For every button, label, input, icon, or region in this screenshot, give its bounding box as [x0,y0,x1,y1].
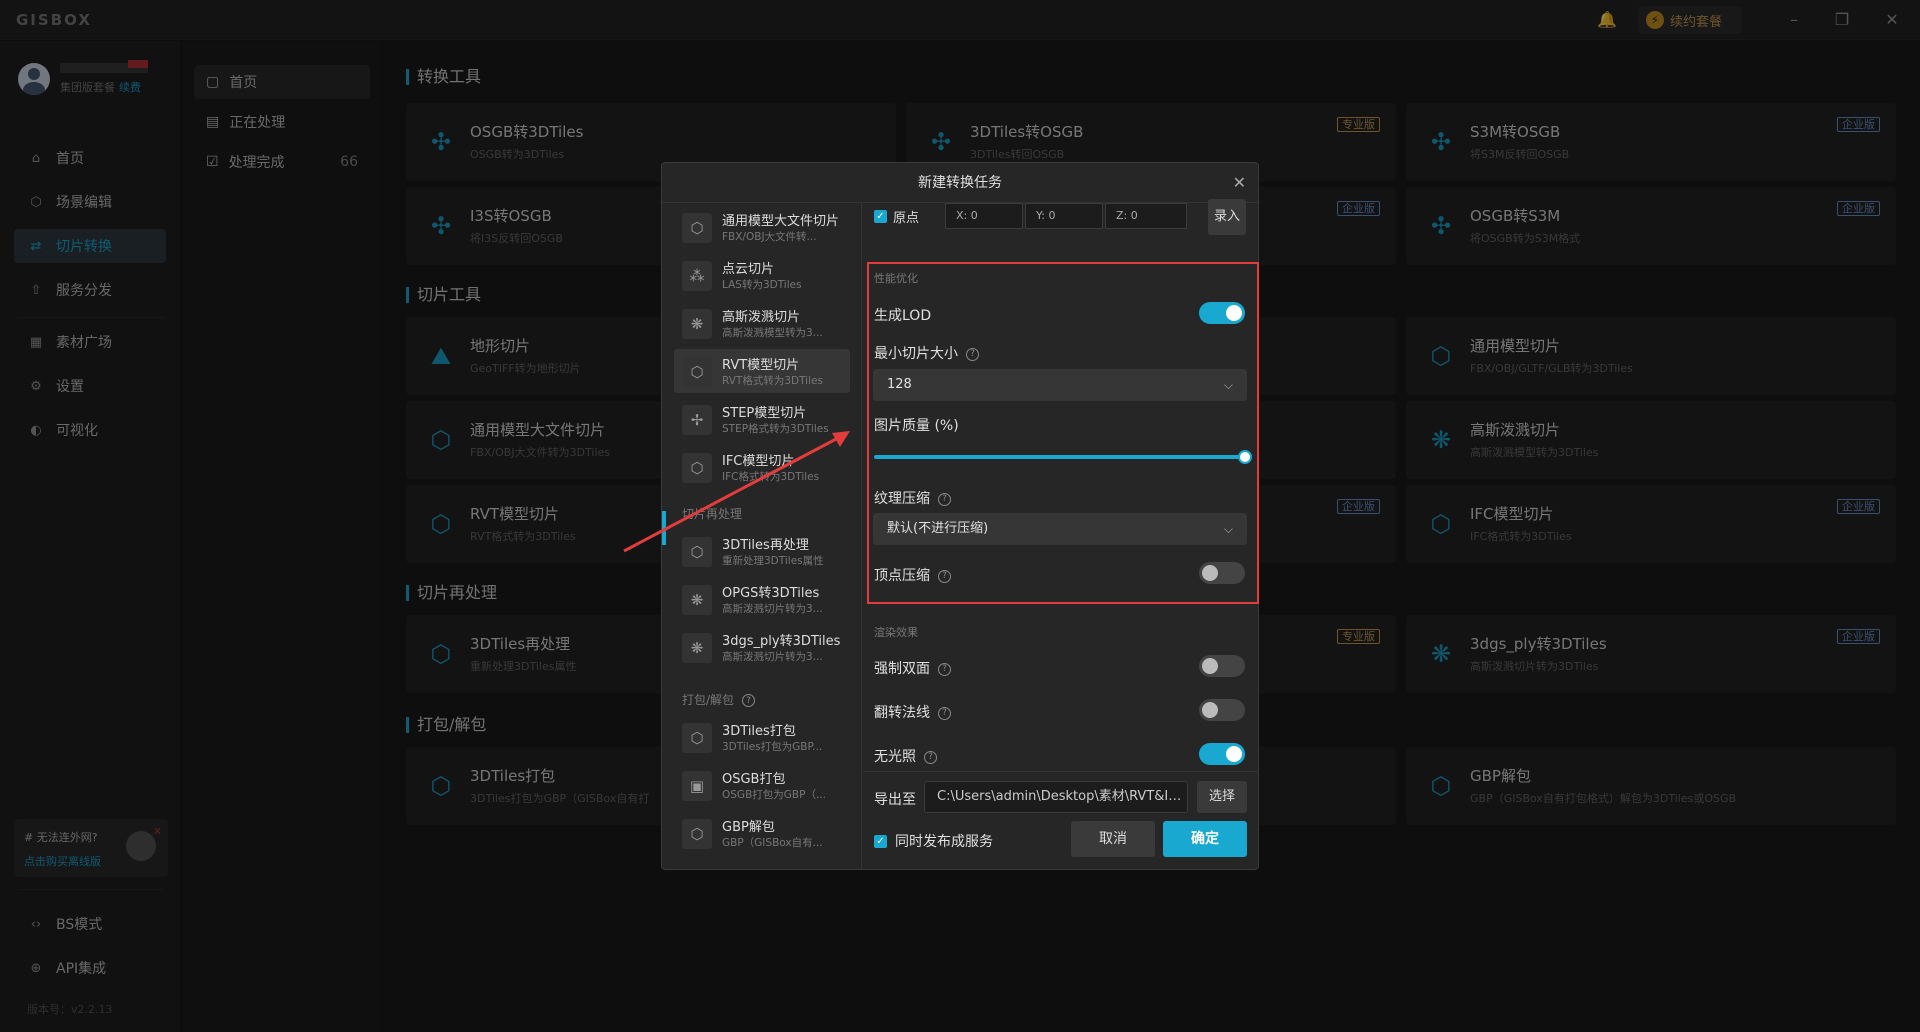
chevron-down-icon: ⌵ [1223,378,1233,392]
splat-icon: ❋ [682,633,712,663]
unlit-toggle[interactable] [1199,743,1245,765]
group-label: 渲染效果 [874,626,918,639]
point-cloud-icon: ⁂ [682,261,712,291]
export-path-input[interactable]: C:\Users\admin\Desktop\素材\RVT&IFC... [924,781,1188,813]
vertex-toggle[interactable] [1199,562,1245,584]
help-icon[interactable]: ? [938,662,951,676]
texture-label: 纹理压缩? [874,488,951,508]
min-tile-select[interactable]: 128 ⌵ [873,369,1247,401]
flip-normal-toggle[interactable] [1199,699,1245,721]
origin-y-input[interactable]: Y: 0 [1025,203,1103,229]
choose-button[interactable]: 选择 [1197,781,1247,813]
group-label: 性能优化 [874,272,918,285]
origin-x-input[interactable]: X: 0 [945,203,1023,229]
record-button[interactable]: 录入 [1208,199,1246,235]
splat-icon: ❋ [682,585,712,615]
list-item[interactable]: ⬡ GBP解包 GBP（GISBox自有... [674,811,850,855]
slider-handle[interactable] [1238,450,1252,464]
list-item[interactable]: ⬡ 3DTiles打包 3DTiles打包为GBP... [674,715,850,759]
lod-toggle[interactable] [1199,302,1245,324]
texture-select[interactable]: 默认(不进行压缩) ⌵ [873,513,1247,545]
unpack-icon: ⬡ [682,819,712,849]
double-side-label: 强制双面? [874,658,951,678]
package-icon: ⬡ [682,723,712,753]
list-item[interactable]: ⬡ 通用模型大文件切片 FBX/OBJ大文件转... [674,205,850,249]
double-side-toggle[interactable] [1199,655,1245,677]
annotation-arrow [623,431,850,553]
list-item[interactable]: ▣ OSGB打包 OSGB打包为GBP（... [674,763,850,807]
cube-icon: ⬡ [682,357,712,387]
help-icon[interactable]: ? [966,347,979,361]
list-item[interactable]: ⬡ RVT模型切片 RVT格式转为3DTiles [674,349,850,393]
publish-checkbox[interactable]: ✓ [874,834,887,848]
chevron-down-icon: ⌵ [1223,522,1233,536]
help-icon[interactable]: ? [742,694,756,707]
group-label: 打包/解包? [682,691,756,708]
export-label: 导出至 [874,792,916,808]
list-item[interactable]: ❋ 3dgs_ply转3DTiles 高斯泼溅切片转为3... [674,625,850,669]
close-icon[interactable]: ✕ [1233,163,1246,203]
vertex-label: 顶点压缩? [874,565,951,585]
dialog-title: 新建转换任务 [662,163,1258,203]
splat-icon: ❋ [682,309,712,339]
lod-label: 生成LOD [874,308,932,324]
help-icon[interactable]: ? [938,492,951,506]
package-icon: ▣ [682,771,712,801]
cancel-button[interactable]: 取消 [1071,821,1155,857]
list-item[interactable]: ⁂ 点云切片 LAS转为3DTiles [674,253,850,297]
unlit-label: 无光照? [874,746,937,766]
quality-label: 图片质量 (%) [874,418,959,434]
help-icon[interactable]: ? [938,569,951,583]
publish-row: ✓ 同时发布成服务 [874,831,993,851]
min-tile-label: 最小切片大小? [874,343,979,363]
list-item[interactable]: ❋ 高斯泼溅切片 高斯泼溅模型转为3... [674,301,850,345]
origin-checkbox[interactable]: ✓ [874,209,887,223]
flip-normal-label: 翻转法线? [874,702,951,722]
help-icon[interactable]: ? [938,706,951,720]
list-item[interactable]: ❋ OPGS转3DTiles 高斯泼溅切片转为3... [674,577,850,621]
origin-z-input[interactable]: Z: 0 [1105,203,1187,229]
divider [863,771,1258,772]
cube-icon: ⬡ [682,213,712,243]
help-icon[interactable]: ? [924,750,937,764]
quality-slider[interactable] [874,450,1252,464]
confirm-button[interactable]: 确定 [1163,821,1247,857]
origin-row: ✓ 原点 [874,203,919,229]
